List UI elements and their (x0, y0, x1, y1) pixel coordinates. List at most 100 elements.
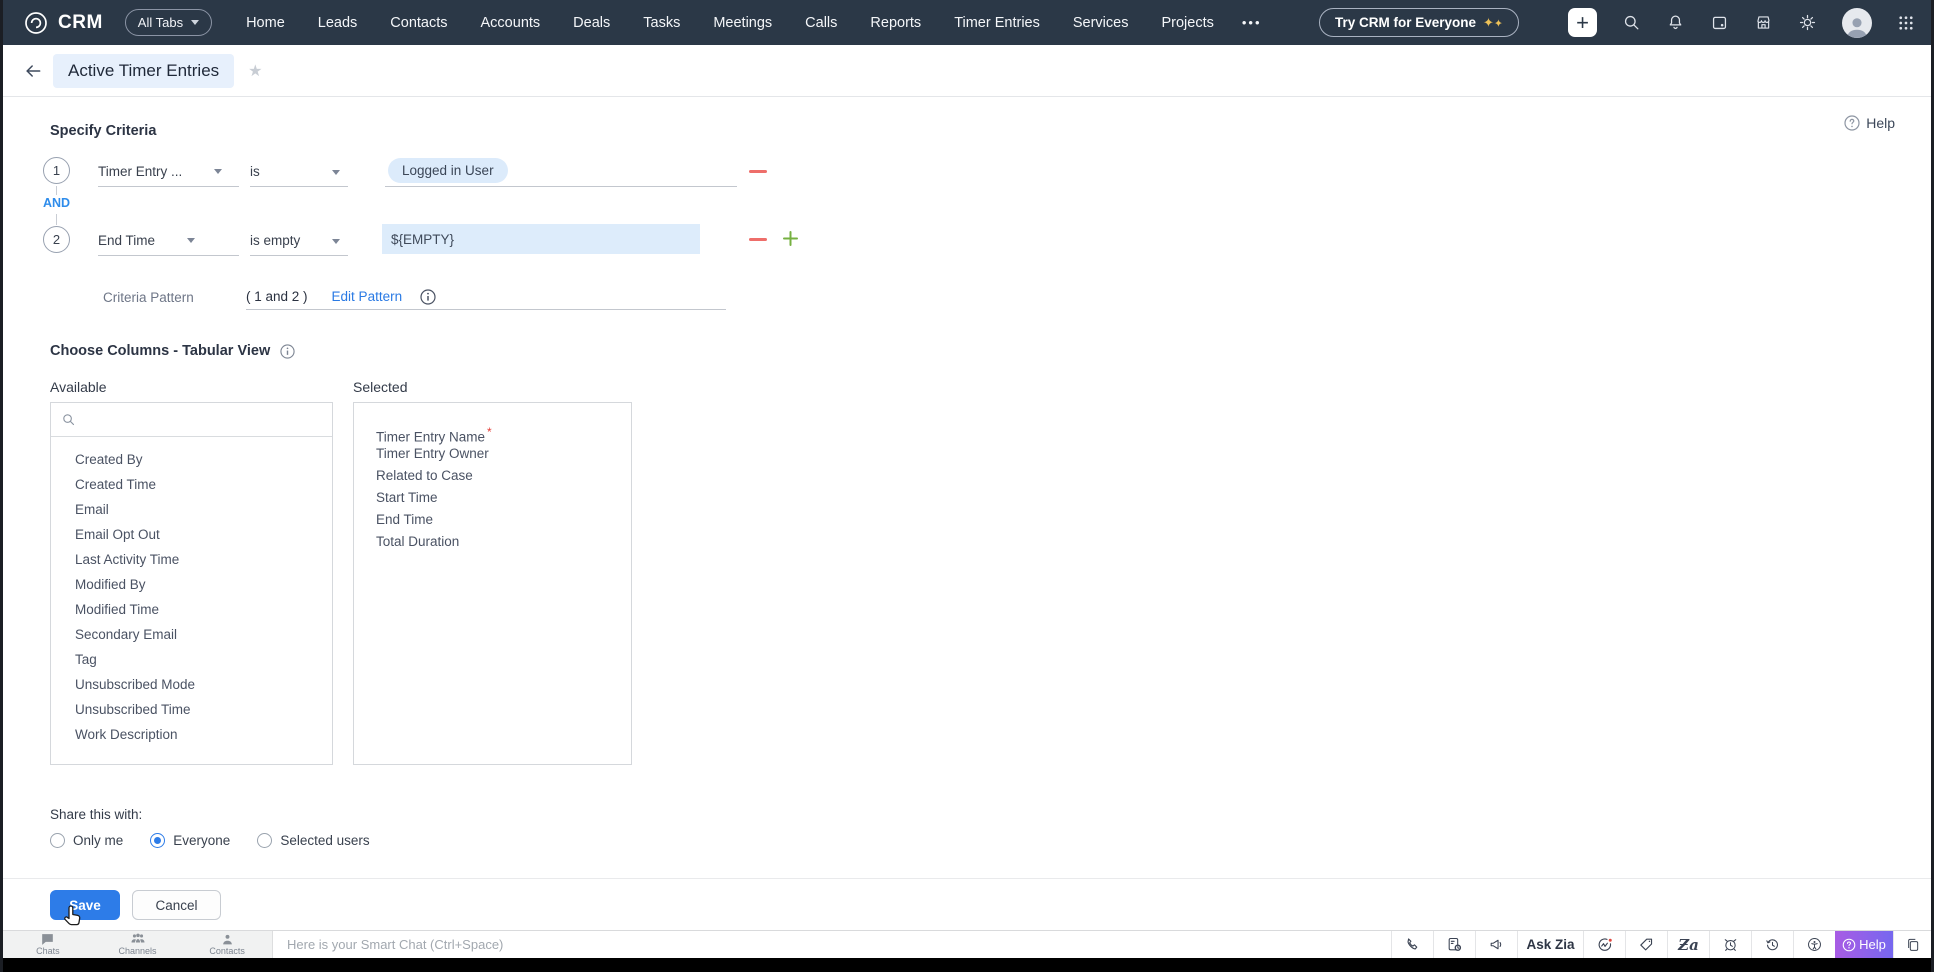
criteria-field-dropdown[interactable]: End Time (98, 226, 239, 256)
nav-tab[interactable]: Contacts (390, 15, 447, 31)
dock-tab-contacts[interactable]: Contacts (182, 931, 272, 958)
try-crm-button[interactable]: Try CRM for Everyone ✦✦ (1318, 8, 1519, 37)
selected-column-item[interactable]: Start Time* (354, 487, 631, 509)
available-column-item[interactable]: Email Opt Out (51, 522, 332, 547)
available-columns-list: Created By Created Time Email Email Opt Out… (51, 437, 332, 747)
available-column-item[interactable]: Unsubscribed Time (51, 697, 332, 722)
selected-column-label: Related to Case (376, 468, 473, 483)
criteria-value-input[interactable]: Logged in User (385, 153, 737, 187)
criteria-conjunction[interactable]: AND (41, 196, 72, 210)
calendar-icon[interactable] (1710, 13, 1729, 32)
brand[interactable]: CRM (23, 10, 103, 36)
share-radio-option[interactable]: Only me (50, 833, 123, 848)
available-columns-panel: Created By Created Time Email Email Opt Out… (50, 402, 333, 765)
page-header: Active Timer Entries ★ (3, 45, 1931, 97)
nav-tabs: Home Leads Contacts Accounts Deals Tasks Meeti… (246, 15, 1214, 31)
announcement-icon[interactable] (1475, 931, 1517, 958)
criteria-field-dropdown[interactable]: Timer Entry ... (98, 157, 239, 187)
available-column-item[interactable]: Secondary Email (51, 622, 332, 647)
page-title[interactable]: Active Timer Entries (53, 53, 235, 88)
favorite-star-icon[interactable]: ★ (248, 61, 262, 81)
selected-column-item[interactable]: Total Duration* (354, 531, 631, 553)
nav-tab[interactable]: Timer Entries (954, 15, 1040, 31)
share-radio-option[interactable]: Everyone (150, 833, 230, 848)
bell-icon[interactable] (1666, 13, 1685, 32)
edit-pattern-link[interactable]: Edit Pattern (332, 289, 403, 304)
nav-tab[interactable]: Deals (573, 15, 610, 31)
dock-tab-chats[interactable]: Chats (3, 931, 93, 958)
column-search-input[interactable] (84, 412, 322, 427)
accessibility-icon[interactable] (1793, 931, 1835, 958)
copy-icon[interactable] (1893, 931, 1931, 958)
help-link[interactable]: Help (1844, 115, 1895, 131)
available-column-item[interactable]: Modified By (51, 572, 332, 597)
remove-criteria-button[interactable] (749, 238, 767, 241)
criteria-operator-dropdown[interactable]: is (250, 157, 348, 187)
smart-chat-input[interactable] (287, 937, 1391, 952)
nav-tab[interactable]: Leads (318, 15, 358, 31)
value-chip[interactable]: Logged in User (388, 158, 508, 183)
help-button[interactable]: Help (1835, 931, 1893, 958)
share-option-label: Selected users (280, 833, 370, 848)
nav-more-button[interactable]: ••• (1242, 15, 1262, 30)
available-column-item[interactable]: Last Activity Time (51, 547, 332, 572)
smart-chat-bar[interactable] (273, 931, 1391, 958)
criteria-row-number: 1 (43, 157, 70, 184)
ask-zia-button[interactable]: Ask Zia (1517, 931, 1583, 958)
apps-grid-icon[interactable] (1897, 14, 1915, 32)
store-icon[interactable] (1754, 13, 1773, 32)
remove-criteria-button[interactable] (749, 170, 767, 173)
nav-tab[interactable]: Tasks (643, 15, 680, 31)
column-search[interactable] (51, 403, 332, 437)
dock-tab-channels[interactable]: Channels (93, 931, 183, 958)
search-icon[interactable] (1622, 13, 1641, 32)
required-asterisk: * (487, 425, 492, 439)
selected-column-item[interactable]: Related to Case* (354, 465, 631, 487)
call-log-icon[interactable] (1433, 931, 1475, 958)
history-icon[interactable] (1751, 931, 1793, 958)
create-new-button[interactable]: + (1568, 8, 1597, 37)
back-button[interactable] (23, 61, 43, 81)
criteria-value-input[interactable]: ${EMPTY} (382, 224, 700, 254)
add-criteria-button[interactable] (782, 230, 799, 247)
zia-signature-icon[interactable]: Ƶa (1667, 931, 1709, 958)
radio-icon[interactable] (150, 833, 166, 848)
share-with-label: Share this with: (50, 807, 143, 822)
alarm-icon[interactable] (1709, 931, 1751, 958)
available-column-item[interactable]: Created Time (51, 472, 332, 497)
radio-icon[interactable] (257, 833, 273, 848)
phone-icon[interactable] (1391, 931, 1433, 958)
nav-tab[interactable]: Services (1073, 15, 1129, 31)
nav-tab[interactable]: Home (246, 15, 285, 31)
nav-tab[interactable]: Accounts (481, 15, 541, 31)
available-column-item[interactable]: Tag (51, 647, 332, 672)
criteria-operator-dropdown[interactable]: is empty (250, 226, 348, 256)
available-column-item[interactable]: Work Description (51, 722, 332, 747)
share-radio-option[interactable]: Selected users (257, 833, 370, 848)
app-window: CRM All Tabs Home Leads Contacts Accounts De… (0, 0, 1934, 972)
nav-tab[interactable]: Reports (870, 15, 921, 31)
selected-column-item[interactable]: Timer Entry Name * (354, 421, 631, 445)
insights-icon[interactable] (1583, 931, 1625, 958)
gear-icon[interactable] (1798, 13, 1817, 32)
radio-icon[interactable] (50, 833, 65, 848)
available-column-item[interactable]: Email (51, 497, 332, 522)
nav-tab[interactable]: Meetings (713, 15, 772, 31)
search-icon (63, 414, 75, 426)
zoho-logo-icon (23, 10, 49, 36)
all-tabs-dropdown[interactable]: All Tabs (124, 9, 213, 36)
selected-column-item[interactable]: Timer Entry Owner* (354, 443, 631, 465)
selected-column-item[interactable]: End Time* (354, 509, 631, 531)
cancel-button[interactable]: Cancel (132, 890, 221, 920)
available-column-item[interactable]: Modified Time (51, 597, 332, 622)
nav-tab[interactable]: Projects (1161, 15, 1213, 31)
avatar[interactable] (1842, 7, 1872, 38)
save-button[interactable]: Save (50, 890, 120, 920)
info-icon[interactable] (420, 288, 436, 305)
available-column-item[interactable]: Unsubscribed Mode (51, 672, 332, 697)
info-icon[interactable] (280, 343, 295, 359)
connector-line (56, 214, 57, 225)
available-column-item[interactable]: Created By (51, 447, 332, 472)
nav-tab[interactable]: Calls (805, 15, 837, 31)
tag-icon[interactable] (1625, 931, 1667, 958)
